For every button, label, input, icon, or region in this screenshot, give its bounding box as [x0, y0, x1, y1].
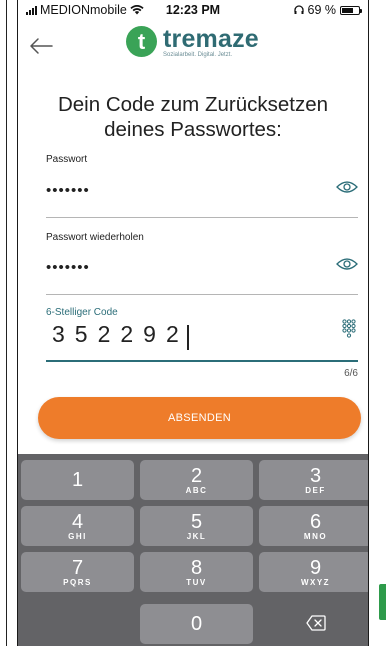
text-cursor	[186, 325, 189, 351]
key-letters: GHI	[68, 532, 87, 541]
key-number: 8	[190, 557, 203, 579]
battery-icon	[340, 5, 362, 15]
key-8[interactable]: 8 TUV	[140, 552, 253, 592]
key-number: 0	[190, 613, 203, 635]
status-bar: MEDIONmobile 12:23 PM 69 %	[18, 0, 368, 22]
key-4[interactable]: 4 GHI	[21, 506, 134, 546]
tremaze-logo: t tremaze Sozialarbeit. Digital. Jetzt.	[126, 26, 259, 58]
password-repeat-input[interactable]: •••••••	[46, 259, 90, 276]
page-title: Dein Code zum Zurücksetzen deines Passwo…	[57, 93, 329, 141]
key-9[interactable]: 9 WXYZ	[259, 552, 368, 592]
key-letters: MNO	[303, 532, 328, 541]
key-letters: JKL	[186, 532, 207, 541]
key-6[interactable]: 6 MNO	[259, 506, 368, 546]
key-number: 6	[309, 511, 322, 533]
key-letters: PQRS	[63, 578, 92, 587]
logo-icon: t	[126, 26, 157, 57]
status-right: 69 %	[293, 3, 362, 17]
key-number: 5	[190, 511, 203, 533]
key-number: 3	[309, 465, 322, 487]
password-repeat-label: Passwort wiederholen	[46, 232, 144, 243]
logo-name: tremaze	[163, 25, 259, 53]
key-number: 1	[71, 469, 84, 491]
side-tab	[379, 584, 386, 620]
key-5[interactable]: 5 JKL	[140, 506, 253, 546]
key-0[interactable]: 0	[140, 604, 253, 644]
arrow-left-icon	[30, 38, 53, 54]
password-underline	[46, 217, 358, 218]
battery-percent: 69 %	[307, 3, 337, 17]
key-number: 2	[190, 465, 203, 487]
keypad-icon[interactable]	[342, 319, 356, 339]
code-counter: 6/6	[344, 368, 358, 379]
key-2[interactable]: 2 ABC	[140, 460, 253, 500]
backspace-key[interactable]	[259, 604, 368, 644]
key-number: 4	[71, 511, 84, 533]
phone-screen: MEDIONmobile 12:23 PM 69 % t tremaze Soz…	[17, 0, 369, 646]
numeric-keyboard: 1 2 ABC 3 DEF 4 GHI 5 JKL 6 MNO 7 PQRS 8…	[18, 454, 368, 646]
key-letters: DEF	[305, 486, 326, 495]
password-field[interactable]: Passwort •••••••	[46, 154, 358, 218]
password-label: Passwort	[46, 154, 88, 165]
right-frame-strip	[369, 0, 386, 646]
headphones-icon	[293, 5, 304, 14]
back-button[interactable]	[28, 36, 58, 64]
key-1[interactable]: 1	[21, 460, 134, 500]
key-7[interactable]: 7 PQRS	[21, 552, 134, 592]
password-repeat-underline	[46, 294, 358, 295]
backspace-icon	[306, 615, 326, 631]
key-letters: ABC	[185, 486, 208, 495]
key-number: 7	[71, 557, 84, 579]
password-repeat-field[interactable]: Passwort wiederholen •••••••	[46, 232, 358, 296]
code-underline	[46, 360, 358, 362]
key-letters: TUV	[186, 578, 207, 587]
password-input[interactable]: •••••••	[46, 182, 90, 199]
code-field[interactable]: 6-Stelliger Code 352292 6/6	[46, 307, 358, 382]
left-frame-strip	[0, 0, 7, 646]
eye-icon[interactable]	[336, 257, 358, 271]
key-letters: WXYZ	[300, 578, 331, 587]
key-number: 9	[309, 557, 322, 579]
code-label: 6-Stelliger Code	[46, 307, 118, 318]
code-input[interactable]: 352292	[52, 321, 189, 347]
key-3[interactable]: 3 DEF	[259, 460, 368, 500]
submit-button[interactable]: ABSENDEN	[38, 397, 361, 439]
eye-icon[interactable]	[336, 180, 358, 194]
